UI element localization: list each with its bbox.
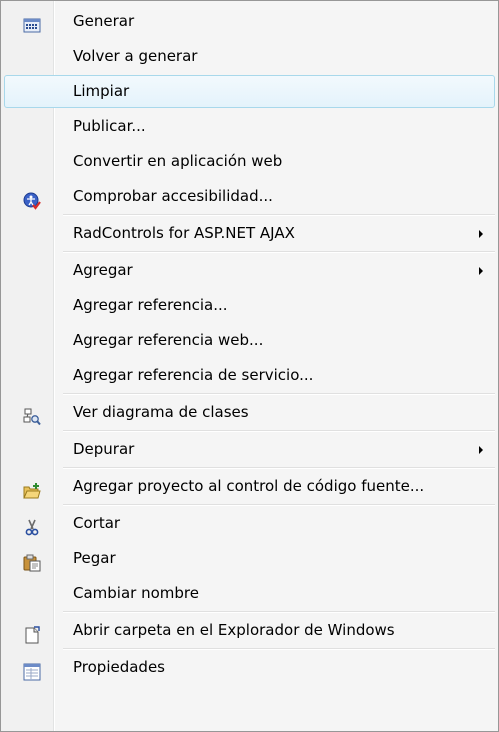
menu-item-control-codigo-fuente[interactable]: Agregar proyecto al control de código fu… — [4, 469, 495, 504]
menu-item-pegar[interactable]: Pegar — [4, 541, 495, 576]
add-to-source-control-icon — [23, 478, 41, 499]
menu-item-label: Comprobar accesibilidad... — [73, 187, 273, 205]
submenu-arrow-icon — [479, 446, 483, 454]
properties-icon — [23, 659, 41, 681]
menu-items: Generar Volver a generar Limpiar Publica… — [1, 4, 498, 685]
menu-item-label: Agregar referencia web... — [73, 331, 264, 349]
menu-item-label: Convertir en aplicación web — [73, 152, 283, 170]
menu-item-agregar[interactable]: Agregar — [4, 253, 495, 288]
menu-item-propiedades[interactable]: Propiedades — [4, 650, 495, 685]
context-menu: Generar Volver a generar Limpiar Publica… — [0, 0, 499, 732]
paste-icon — [23, 550, 41, 572]
submenu-arrow-icon — [479, 267, 483, 275]
menu-item-depurar[interactable]: Depurar — [4, 432, 495, 467]
menu-item-publicar[interactable]: Publicar... — [4, 109, 495, 144]
menu-item-label: Cambiar nombre — [73, 584, 199, 602]
menu-item-label: Volver a generar — [73, 47, 198, 65]
menu-item-comprobar-accesibilidad[interactable]: Comprobar accesibilidad... — [4, 179, 495, 214]
menu-item-label: Generar — [73, 12, 135, 30]
menu-item-abrir-carpeta[interactable]: Abrir carpeta en el Explorador de Window… — [4, 613, 495, 648]
class-diagram-icon — [23, 404, 41, 426]
menu-item-label: Cortar — [73, 514, 121, 532]
menu-item-ver-diagrama[interactable]: Ver diagrama de clases — [4, 395, 495, 430]
menu-item-volver-a-generar[interactable]: Volver a generar — [4, 39, 495, 74]
menu-item-label: Abrir carpeta en el Explorador de Window… — [73, 621, 395, 639]
menu-item-cortar[interactable]: Cortar — [4, 506, 495, 541]
scissors-icon — [23, 515, 41, 536]
menu-item-label: Pegar — [73, 549, 116, 567]
menu-item-agregar-referencia[interactable]: Agregar referencia... — [4, 288, 495, 323]
menu-item-label: Publicar... — [73, 117, 146, 135]
menu-item-label: Agregar proyecto al control de código fu… — [73, 477, 425, 495]
menu-item-label: Limpiar — [73, 82, 130, 100]
menu-item-label: Ver diagrama de clases — [73, 403, 249, 421]
menu-item-label: RadControls for ASP.NET AJAX — [73, 224, 295, 242]
menu-item-label: Agregar referencia... — [73, 296, 228, 314]
menu-item-radcontrols[interactable]: RadControls for ASP.NET AJAX — [4, 216, 495, 251]
menu-item-label: Depurar — [73, 440, 135, 458]
menu-item-label: Propiedades — [73, 658, 165, 676]
build-icon — [23, 13, 41, 33]
menu-item-generar[interactable]: Generar — [4, 4, 495, 39]
accessibility-check-icon — [23, 188, 41, 210]
submenu-arrow-icon — [479, 230, 483, 238]
menu-item-label: Agregar — [73, 261, 133, 279]
menu-item-convertir[interactable]: Convertir en aplicación web — [4, 144, 495, 179]
menu-item-label: Agregar referencia de servicio... — [73, 366, 314, 384]
open-folder-icon — [23, 622, 41, 644]
menu-item-agregar-referencia-servicio[interactable]: Agregar referencia de servicio... — [4, 358, 495, 393]
menu-item-cambiar-nombre[interactable]: Cambiar nombre — [4, 576, 495, 611]
menu-item-limpiar[interactable]: Limpiar — [4, 74, 495, 109]
menu-item-agregar-referencia-web[interactable]: Agregar referencia web... — [4, 323, 495, 358]
